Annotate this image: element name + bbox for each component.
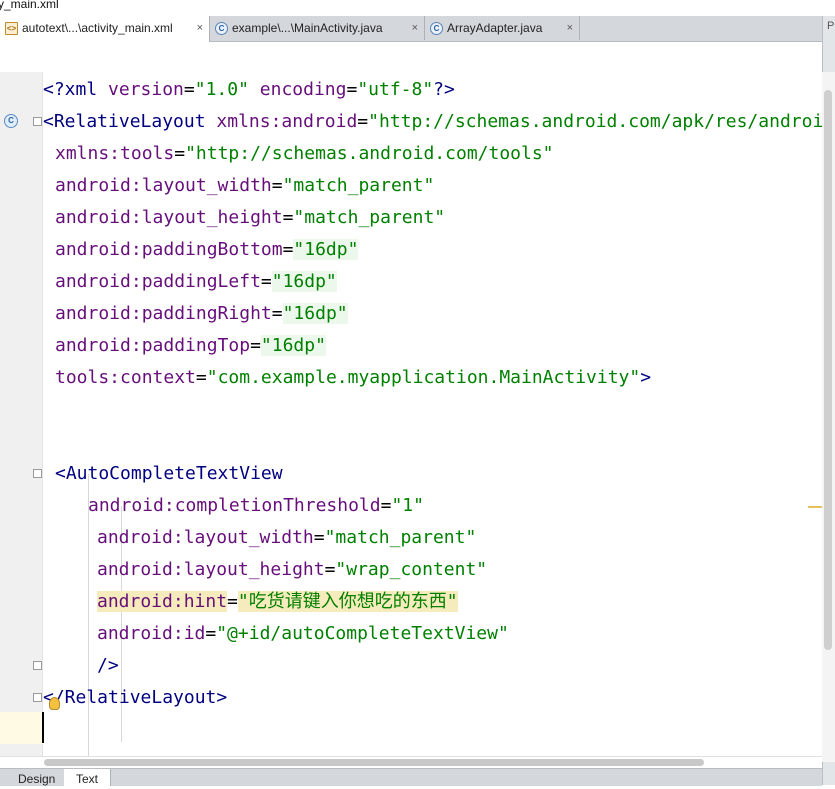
code-line[interactable] xyxy=(55,426,822,458)
tab-main-activity-java[interactable]: C example\...\MainActivity.java × xyxy=(210,16,425,40)
code-line[interactable]: /> xyxy=(97,650,822,682)
code-line[interactable]: android:hint="吃货请键入你想吃的东西" xyxy=(97,586,822,618)
code-line[interactable]: <AutoCompleteTextView xyxy=(55,458,822,490)
code-line[interactable]: android:id="@+id/autoCompleteTextView" xyxy=(97,618,822,650)
text-caret xyxy=(42,712,44,743)
code-line[interactable]: tools:context="com.example.myapplication… xyxy=(55,362,822,394)
code-line[interactable] xyxy=(55,394,822,426)
vertical-scroll-thumb[interactable] xyxy=(824,90,832,650)
close-icon[interactable]: × xyxy=(197,16,203,40)
class-c-icon: C xyxy=(215,22,228,35)
tab-label: example\...\MainActivity.java xyxy=(232,21,383,35)
close-icon[interactable]: × xyxy=(412,16,418,40)
editor-top-area xyxy=(0,42,822,72)
class-c-icon[interactable]: C xyxy=(4,114,18,128)
tab-label: ArrayAdapter.java xyxy=(447,21,543,35)
tab-activity-main-xml[interactable]: <> autotext\...\activity_main.xml × xyxy=(0,16,210,42)
bottom-tab-bar: Design Text xyxy=(0,768,822,786)
horizontal-scroll-thumb[interactable] xyxy=(44,759,704,766)
code-editor[interactable]: <?xml version="1.0" encoding="utf-8"?> <R… xyxy=(43,72,822,762)
code-line[interactable]: android:layout_width="match_parent" xyxy=(97,522,822,554)
fold-toggle-icon[interactable] xyxy=(33,469,42,478)
xml-file-icon: <> xyxy=(5,22,18,35)
lightbulb-icon[interactable] xyxy=(49,697,60,710)
tab-design[interactable]: Design xyxy=(6,769,69,786)
right-panel-label: P xyxy=(827,20,835,32)
editor-gutter xyxy=(0,72,42,762)
editor-tab-bar: <> autotext\...\activity_main.xml × C ex… xyxy=(0,16,835,42)
code-line[interactable]: android:paddingBottom="16dp" xyxy=(55,234,822,266)
window-title-strip: y_main.xml xyxy=(0,0,835,16)
fold-toggle-icon[interactable] xyxy=(33,661,42,670)
code-line[interactable]: android:completionThreshold="1" xyxy=(88,490,822,522)
fold-toggle-icon[interactable] xyxy=(33,117,42,126)
tab-array-adapter-java[interactable]: C ArrayAdapter.java × xyxy=(425,16,580,40)
code-line[interactable]: android:paddingRight="16dp" xyxy=(55,298,822,330)
window-title: y_main.xml xyxy=(0,0,59,11)
code-line[interactable]: android:layout_height="match_parent" xyxy=(55,202,822,234)
class-c-icon: C xyxy=(430,22,443,35)
close-icon[interactable]: × xyxy=(567,16,573,40)
fold-toggle-icon[interactable] xyxy=(33,693,42,702)
code-line[interactable]: android:paddingTop="16dp" xyxy=(55,330,822,362)
code-line[interactable]: <RelativeLayout xmlns:android="http://sc… xyxy=(43,106,822,138)
code-line[interactable]: android:paddingLeft="16dp" xyxy=(55,266,822,298)
code-line[interactable]: </RelativeLayout> xyxy=(43,682,822,714)
code-line[interactable]: xmlns:tools="http://schemas.android.com/… xyxy=(55,138,822,170)
code-line[interactable]: <?xml version="1.0" encoding="utf-8"?> xyxy=(43,74,822,106)
warning-marker[interactable] xyxy=(808,506,822,508)
code-line[interactable]: android:layout_width="match_parent" xyxy=(55,170,822,202)
code-line[interactable]: android:layout_height="wrap_content" xyxy=(97,554,822,586)
tab-label: autotext\...\activity_main.xml xyxy=(22,21,173,35)
tab-text[interactable]: Text xyxy=(64,769,112,786)
